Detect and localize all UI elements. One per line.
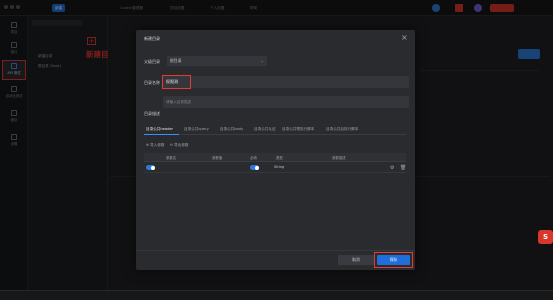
- save-button[interactable]: 保存: [377, 255, 410, 265]
- settings-icon[interactable]: ⚙: [390, 165, 394, 171]
- export-params-button[interactable]: ⊖ 导出参数: [170, 143, 189, 148]
- type-select[interactable]: String: [274, 165, 284, 169]
- active-tab-indicator: [144, 134, 179, 135]
- folder-name-input[interactable]: 权限测: [162, 75, 191, 89]
- column-header: 参数值: [212, 156, 223, 160]
- required-toggle[interactable]: [250, 165, 259, 170]
- delete-icon[interactable]: 🗑: [400, 165, 406, 171]
- import-params-button[interactable]: ⊕ 导入参数: [146, 143, 165, 148]
- parent-folder-label: 父级目录: [144, 59, 160, 64]
- dialog-footer-divider: [136, 250, 415, 251]
- parent-folder-select[interactable]: 根目录 ⌄: [167, 56, 267, 66]
- tab-body[interactable]: 目录公共body: [220, 127, 243, 132]
- column-header: 参数名: [166, 156, 177, 160]
- new-folder-dialog: [136, 30, 415, 270]
- folder-name-label: 目录名称: [144, 80, 160, 85]
- enable-toggle[interactable]: [146, 165, 155, 170]
- column-header: 类型: [276, 156, 283, 160]
- tab-auth[interactable]: 目录公共认证: [254, 127, 276, 132]
- brand-logo: S: [538, 230, 553, 244]
- folder-description-input[interactable]: 请输入目录描述: [163, 96, 409, 108]
- folder-description-label: 目录描述: [144, 111, 160, 116]
- tab-header[interactable]: 目录公共header: [146, 127, 173, 132]
- close-icon[interactable]: ×: [401, 33, 408, 42]
- dialog-title: 新建目录: [144, 36, 160, 41]
- column-header: 必填: [250, 156, 257, 160]
- table-row: String ⚙ 🗑: [144, 163, 406, 173]
- chevron-down-icon: ⌄: [260, 58, 264, 63]
- tab-pre-script[interactable]: 目录公共预执行脚本: [282, 127, 314, 132]
- cancel-button[interactable]: 取消: [338, 255, 374, 265]
- tab-post-script[interactable]: 目录公共后执行脚本: [326, 127, 358, 132]
- column-header: 参数描述: [332, 156, 346, 160]
- dialog-tabs: 目录公共header 目录公共query 目录公共body 目录公共认证 目录公…: [144, 127, 406, 135]
- params-table-header: 参数名 参数值 必填 类型 参数描述: [144, 153, 406, 162]
- folder-name-field-bg[interactable]: [163, 76, 409, 88]
- status-bar: [0, 290, 553, 300]
- tab-query[interactable]: 目录公共query: [184, 127, 209, 132]
